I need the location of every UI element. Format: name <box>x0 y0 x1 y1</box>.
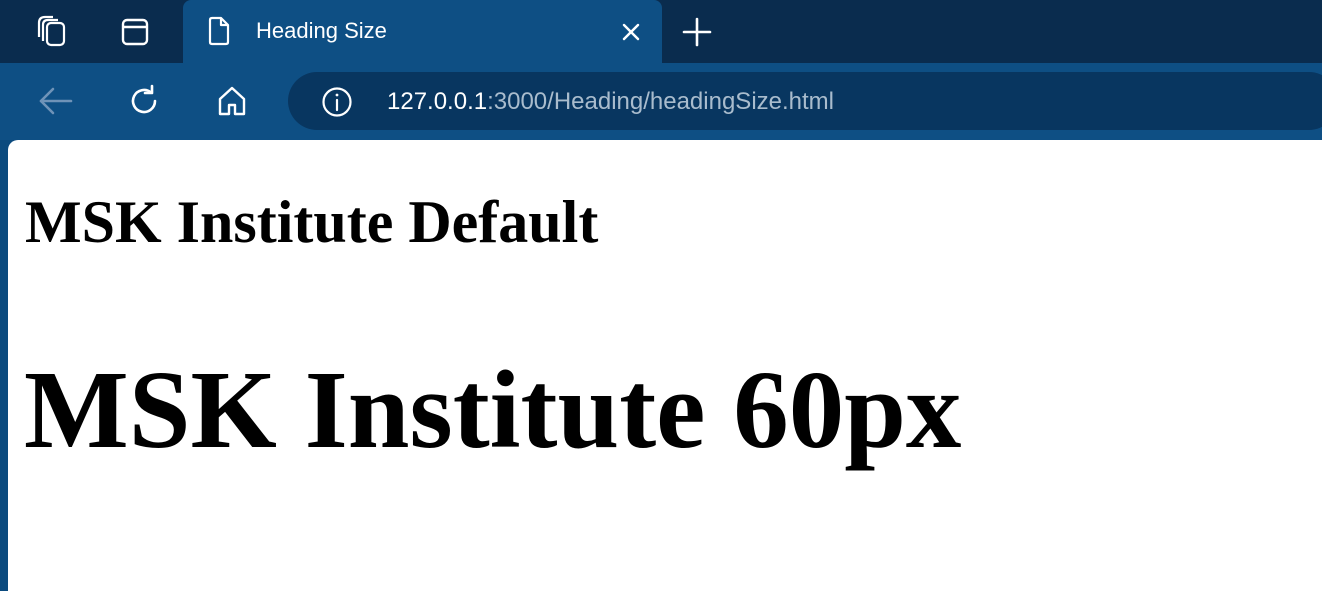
info-icon[interactable] <box>321 86 353 118</box>
tab-strip: Heading Size <box>0 0 1322 63</box>
tab-title: Heading Size <box>256 18 387 43</box>
plus-icon <box>682 17 712 47</box>
reload-button[interactable] <box>122 79 166 123</box>
close-icon[interactable] <box>616 17 646 47</box>
address-bar[interactable]: 127.0.0.1:3000/Heading/headingSize.html <box>288 72 1322 130</box>
reload-icon <box>131 84 157 114</box>
tab-actions-icon[interactable] <box>115 12 155 52</box>
tab-active[interactable]: Heading Size <box>183 0 662 63</box>
browser-window: Heading Size 127.0.0.1:3000/Heading/head… <box>0 0 1322 591</box>
url-host: 127.0.0.1 <box>387 88 488 115</box>
toolbar: 127.0.0.1:3000/Heading/headingSize.html <box>0 63 1322 140</box>
new-tab-button[interactable] <box>677 12 717 52</box>
home-icon <box>218 86 246 116</box>
back-button[interactable] <box>34 79 78 123</box>
workspaces-icon[interactable] <box>31 12 71 52</box>
url-path: :3000/Heading/headingSize.html <box>487 88 835 115</box>
url-text[interactable]: 127.0.0.1:3000/Heading/headingSize.html <box>387 87 834 117</box>
back-arrow-icon <box>39 87 73 115</box>
heading-60px: MSK Institute 60px <box>24 349 962 472</box>
home-button[interactable] <box>210 79 254 123</box>
page-viewport: MSK Institute Default MSK Institute 60px <box>8 140 1322 591</box>
heading-default: MSK Institute Default <box>25 189 599 255</box>
document-icon <box>205 16 233 46</box>
